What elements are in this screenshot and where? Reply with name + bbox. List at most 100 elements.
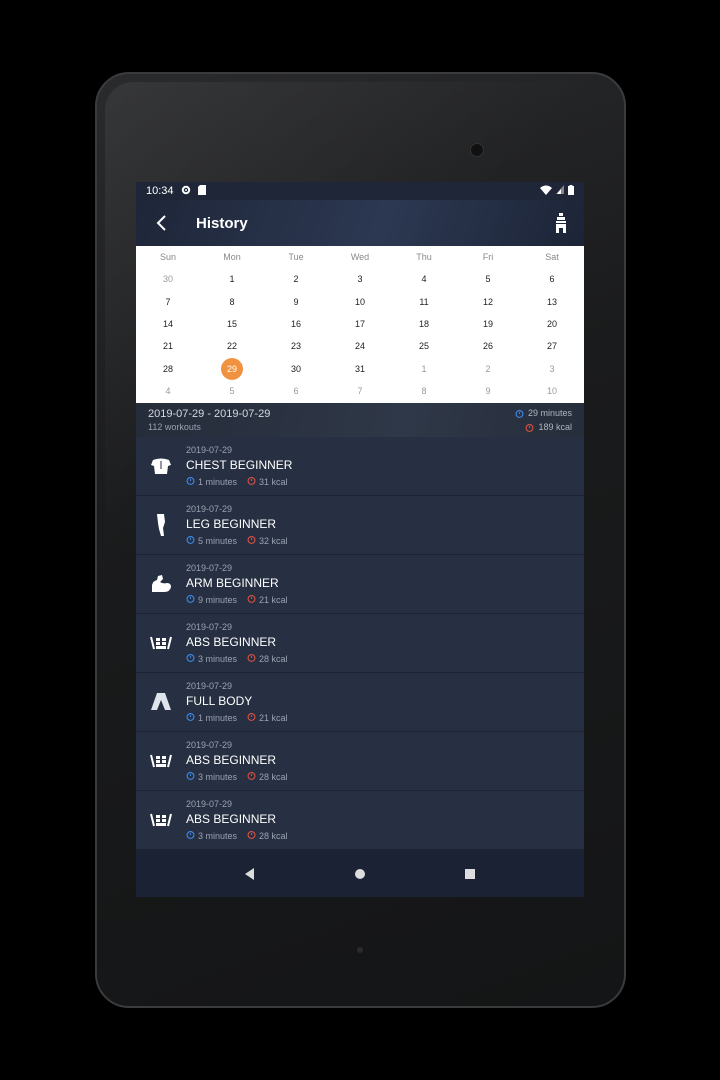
leg-icon	[136, 513, 186, 537]
screen: 10:34 History Sun Mon Tue Wed Thu Fri Sa…	[136, 182, 584, 897]
calendar-day[interactable]: 5	[200, 380, 264, 402]
workout-minutes: 3 minutes	[198, 653, 238, 664]
calendar-day[interactable]: 21	[136, 335, 200, 357]
sensor	[357, 947, 363, 953]
calendar-day[interactable]: 4	[136, 380, 200, 402]
workout-kcal: 28 kcal	[259, 830, 288, 841]
calendar-day[interactable]: 6	[264, 380, 328, 402]
arm-icon	[136, 574, 186, 594]
battery-icon	[568, 184, 574, 198]
calendar-day[interactable]: 6	[520, 268, 584, 290]
workout-date: 2019-07-29	[186, 740, 233, 750]
weekday-label: Tue	[288, 252, 304, 262]
workout-date: 2019-07-29	[186, 504, 233, 514]
timer-icon	[515, 409, 524, 418]
flame-icon	[247, 653, 256, 664]
calendar-day[interactable]: 16	[264, 313, 328, 335]
nav-home-button[interactable]	[345, 859, 375, 889]
calendar-day[interactable]: 24	[328, 335, 392, 357]
timer-icon	[186, 830, 195, 841]
flame-icon	[247, 594, 256, 605]
calendar-day[interactable]: 19	[456, 313, 520, 335]
calendar-day[interactable]: 13	[520, 290, 584, 312]
workout-row[interactable]: 2019-07-29 LEG BEGINNER 5 minutes 32 kcal	[136, 496, 584, 555]
calendar-day[interactable]: 2	[456, 358, 520, 380]
workout-minutes: 1 minutes	[198, 712, 238, 723]
workout-name: CHEST BEGINNER	[186, 458, 293, 472]
timer-icon	[186, 653, 195, 664]
selected-day: 29	[221, 357, 243, 380]
calendar-day[interactable]: 27	[520, 335, 584, 357]
calendar-day[interactable]: 2	[264, 268, 328, 290]
calendar-day[interactable]: 14	[136, 313, 200, 335]
calendar-day[interactable]: 31	[328, 358, 392, 380]
calendar-day[interactable]: 9	[264, 290, 328, 312]
calendar-day[interactable]: 10	[520, 380, 584, 402]
workout-row[interactable]: 2019-07-29 ABS BEGINNER 3 minutes 28 kcal	[136, 614, 584, 673]
calendar-day[interactable]: 26	[456, 335, 520, 357]
calendar-day[interactable]: 30	[136, 268, 200, 290]
calendar-day[interactable]: 7	[136, 290, 200, 312]
abs-icon	[136, 812, 186, 828]
calendar-day[interactable]: 9	[456, 380, 520, 402]
wifi-icon	[540, 185, 552, 198]
workout-minutes: 3 minutes	[198, 830, 238, 841]
calendar-day[interactable]: 10	[328, 290, 392, 312]
workout-minutes: 3 minutes	[198, 771, 238, 782]
calendar-day[interactable]: 8	[200, 290, 264, 312]
workout-row[interactable]: 2019-07-29 ABS BEGINNER 3 minutes 28 kcal	[136, 732, 584, 791]
back-arrow-icon	[156, 215, 166, 231]
workout-row[interactable]: 2019-07-29 FULL BODY 1 minutes 21 kcal	[136, 673, 584, 732]
workout-kcal: 31 kcal	[259, 476, 288, 487]
nav-recents-icon	[465, 869, 475, 879]
calendar-day[interactable]: 22	[200, 335, 264, 357]
calendar-weekday-header: Sun Mon Tue Wed Thu Fri Sat	[136, 246, 584, 268]
workout-kcal: 21 kcal	[259, 712, 288, 723]
calendar-day[interactable]: 3	[328, 268, 392, 290]
back-button[interactable]	[142, 203, 182, 243]
calendar-day[interactable]: 15	[200, 313, 264, 335]
workout-minutes: 5 minutes	[198, 535, 238, 546]
workout-date: 2019-07-29	[186, 622, 233, 632]
calendar-day[interactable]: 29	[200, 357, 264, 380]
calendar-day[interactable]: 23	[264, 335, 328, 357]
workout-name: ARM BEGINNER	[186, 576, 279, 590]
calendar-day[interactable]: 11	[392, 290, 456, 312]
calendar-day[interactable]: 17	[328, 313, 392, 335]
calendar-grid: 30 1 2 3 4 5 6 7 8 9 10 11 12 13 14 15 16 17 18 19 20 21 22 23 2…	[136, 268, 584, 402]
workout-row[interactable]: 2019-07-29 ABS BEGINNER 3 minutes 28 kcal	[136, 791, 584, 850]
calendar-day[interactable]: 20	[520, 313, 584, 335]
workout-row[interactable]: 2019-07-29 ARM BEGINNER 9 minutes 21 kcal	[136, 555, 584, 614]
calendar-day[interactable]: 1	[392, 358, 456, 380]
date-range: 2019-07-29 - 2019-07-29	[148, 408, 271, 420]
page-title: History	[196, 214, 248, 232]
calendar-day[interactable]: 7	[328, 380, 392, 402]
app-bar: History	[136, 200, 584, 246]
workout-row[interactable]: 2019-07-29 CHEST BEGINNER 1 minutes 31 kcal	[136, 437, 584, 496]
calendar-day[interactable]: 30	[264, 358, 328, 380]
weekday-label: Wed	[350, 252, 370, 262]
calendar-day[interactable]: 3	[520, 358, 584, 380]
nav-back-button[interactable]	[235, 859, 265, 889]
calendar-day[interactable]: 8	[392, 380, 456, 402]
gear-icon	[181, 185, 191, 198]
chest-icon	[136, 457, 186, 475]
tower-icon	[556, 213, 566, 233]
weekday-label: Fri	[482, 252, 494, 262]
calendar-day[interactable]: 5	[456, 268, 520, 290]
workout-kcal: 28 kcal	[259, 653, 288, 664]
flame-icon	[247, 535, 256, 546]
history-summary: 2019-07-29 - 2019-07-29 112 workouts 29 …	[136, 403, 584, 437]
calendar-day[interactable]: 1	[200, 268, 264, 290]
system-nav-bar	[136, 851, 584, 897]
tower-button[interactable]	[550, 212, 572, 234]
calendar-day[interactable]: 25	[392, 335, 456, 357]
flame-icon	[247, 830, 256, 841]
calendar-day[interactable]: 18	[392, 313, 456, 335]
calendar-day[interactable]: 12	[456, 290, 520, 312]
calendar-day[interactable]: 28	[136, 358, 200, 380]
workout-minutes: 1 minutes	[198, 476, 238, 487]
workout-kcal: 21 kcal	[259, 594, 288, 605]
calendar-day[interactable]: 4	[392, 268, 456, 290]
nav-recents-button[interactable]	[455, 859, 485, 889]
